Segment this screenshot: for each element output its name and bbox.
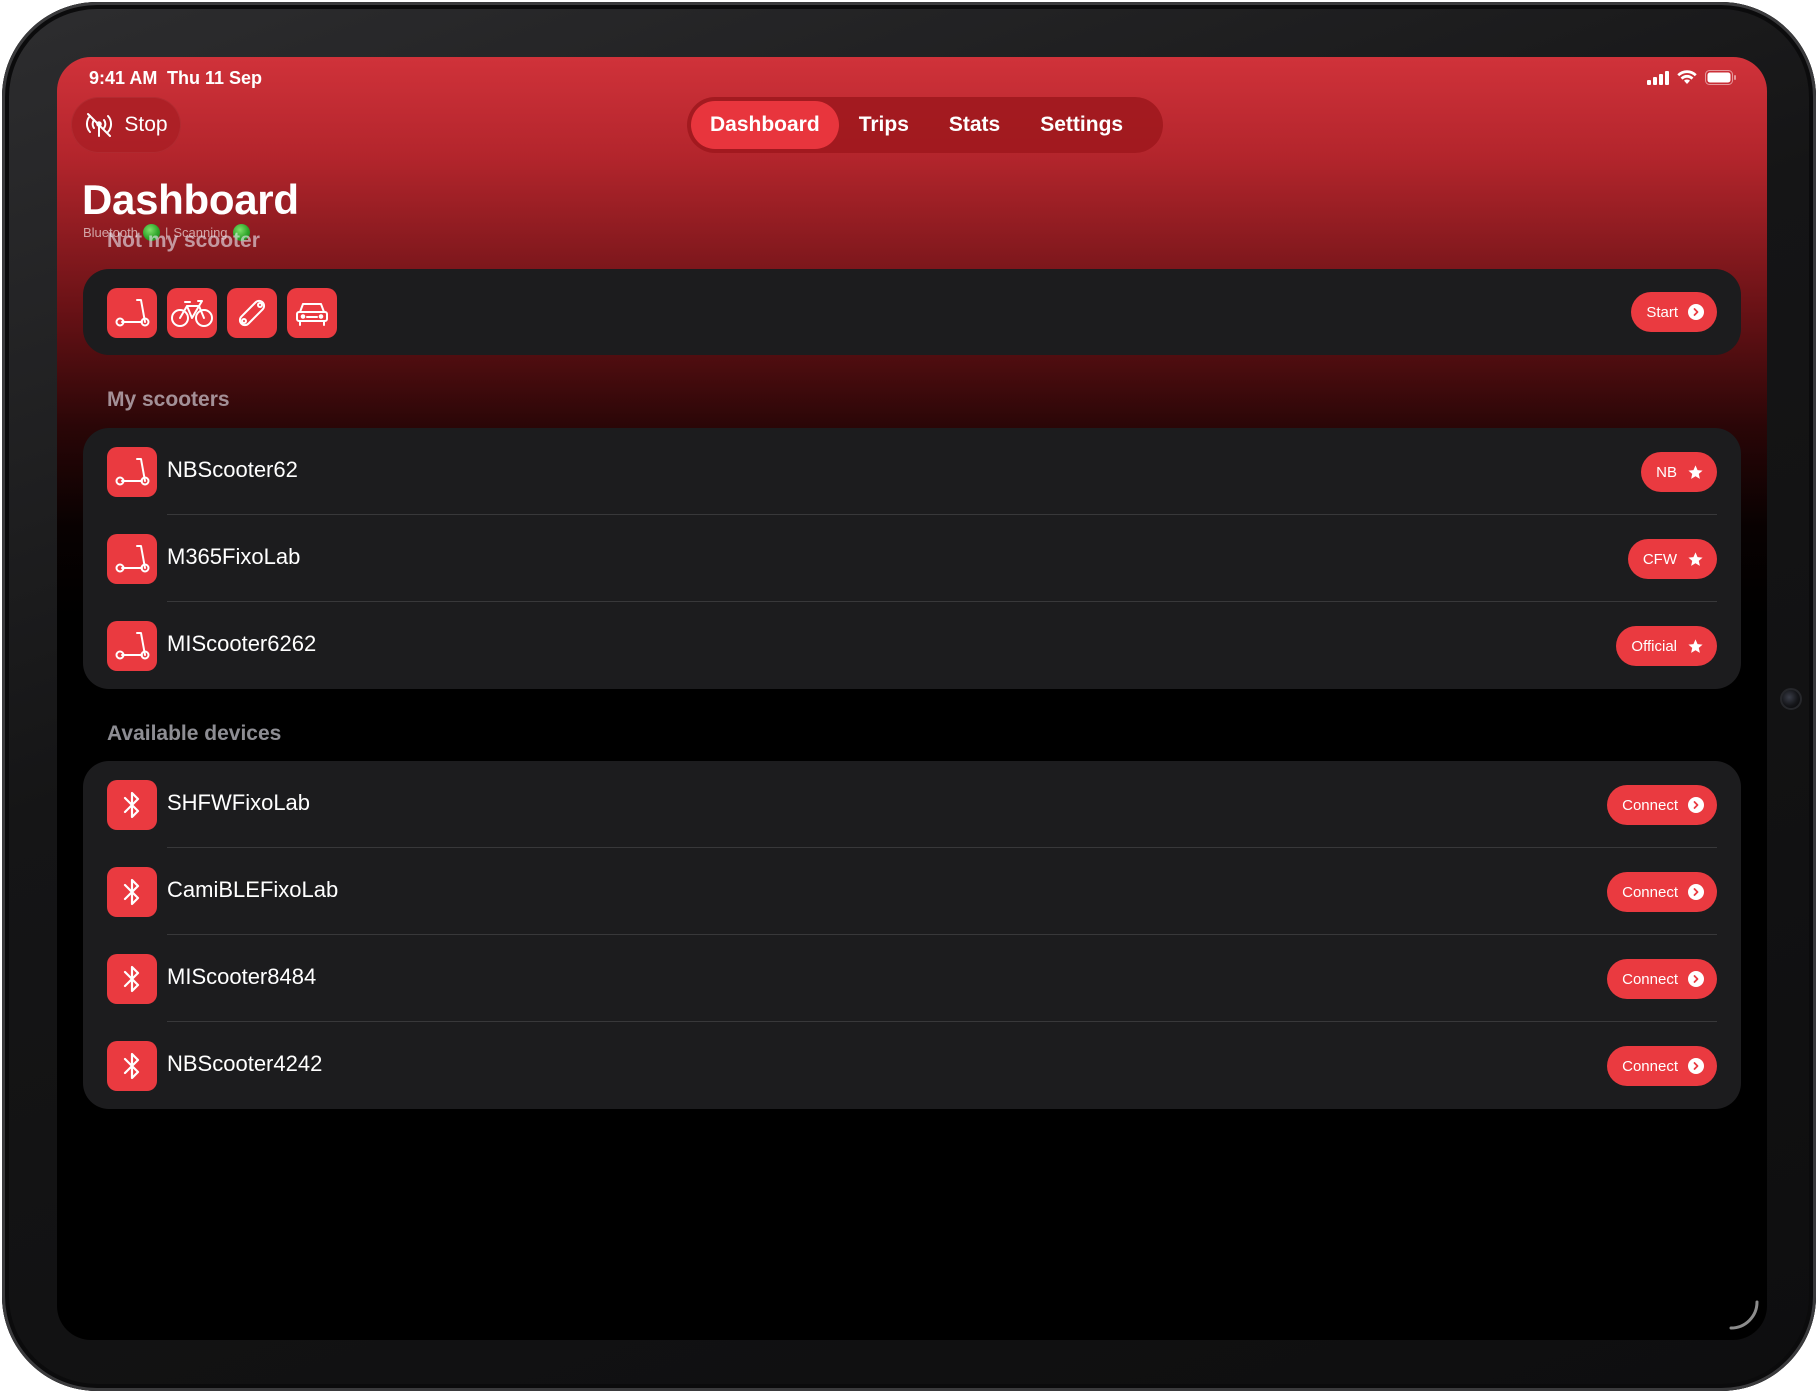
- bluetooth-icon: [123, 1052, 140, 1080]
- ipad-frame: 9:41 AM Thu 11 Sep Stop Dashboard Trips …: [2, 2, 1816, 1391]
- connect-button[interactable]: Connect: [1607, 872, 1717, 912]
- chevron-right-icon: [1688, 797, 1704, 813]
- connect-button[interactable]: Connect: [1607, 1046, 1717, 1086]
- section-header-my-scooters: My scooters: [107, 388, 230, 411]
- connect-label: Connect: [1622, 883, 1678, 901]
- scooter-row[interactable]: NBScooter62 NB: [83, 428, 1741, 515]
- vehicle-type-selector: [107, 288, 337, 338]
- device-name: SHFWFixoLab: [167, 790, 311, 815]
- chevron-right-icon: [1688, 304, 1704, 320]
- cellular-signal-icon: [1647, 70, 1669, 85]
- bluetooth-icon: [123, 965, 140, 993]
- available-devices-card: SHFWFixoLab Connect CamiBLEFixoLab Conne…: [83, 761, 1741, 1109]
- tab-settings[interactable]: Settings: [1020, 101, 1143, 149]
- skateboard-icon: [238, 299, 266, 327]
- front-camera: [1780, 688, 1802, 710]
- scooter-icon: [115, 458, 150, 486]
- scooter-icon: [115, 545, 150, 573]
- app-screen: 9:41 AM Thu 11 Sep Stop Dashboard Trips …: [57, 57, 1767, 1340]
- status-bar: 9:41 AM Thu 11 Sep: [57, 57, 1767, 101]
- star-icon: [1688, 551, 1703, 566]
- chevron-right-icon: [1688, 1058, 1704, 1074]
- device-name: NBScooter4242: [167, 1051, 323, 1076]
- chevron-right-icon: [1688, 971, 1704, 987]
- bluetooth-icon: [123, 878, 140, 906]
- not-my-scooter-card: Start: [83, 269, 1741, 355]
- section-header-not-my-scooter: Not my scooter: [107, 229, 260, 252]
- start-button[interactable]: Start: [1631, 292, 1717, 332]
- bluetooth-tile: [107, 780, 157, 830]
- wifi-icon: [1677, 70, 1697, 84]
- stop-scan-button[interactable]: Stop: [71, 97, 181, 153]
- start-label: Start: [1646, 303, 1678, 321]
- bluetooth-tile: [107, 954, 157, 1004]
- device-row[interactable]: NBScooter4242 Connect: [83, 1022, 1741, 1109]
- scooter-icon: [115, 299, 150, 327]
- connect-label: Connect: [1622, 1057, 1678, 1075]
- resize-corner-icon: [1729, 1300, 1759, 1330]
- firmware-badge-button[interactable]: Official: [1616, 626, 1717, 666]
- star-icon: [1688, 638, 1703, 653]
- scooter-tile: [107, 447, 157, 497]
- star-icon: [1688, 464, 1703, 479]
- firmware-badge-button[interactable]: CFW: [1627, 539, 1717, 579]
- vehicle-type-car[interactable]: [287, 288, 337, 338]
- bluetooth-tile: [107, 867, 157, 917]
- tab-dashboard[interactable]: Dashboard: [691, 101, 839, 149]
- car-icon: [296, 303, 328, 326]
- tab-bar: Dashboard Trips Stats Settings: [687, 97, 1164, 153]
- connect-label: Connect: [1622, 970, 1678, 988]
- device-name: MIScooter8484: [167, 964, 317, 989]
- stop-label: Stop: [124, 113, 168, 136]
- firmware-badge-label: CFW: [1642, 550, 1677, 568]
- vehicle-type-bicycle[interactable]: [167, 288, 217, 338]
- scooter-name: NBScooter62: [167, 457, 298, 482]
- vehicle-type-scooter[interactable]: [107, 288, 157, 338]
- bicycle-icon: [171, 300, 213, 327]
- device-row[interactable]: SHFWFixoLab Connect: [83, 761, 1741, 848]
- device-name: CamiBLEFixoLab: [167, 877, 339, 902]
- tab-trips[interactable]: Trips: [839, 101, 929, 149]
- firmware-badge-button[interactable]: NB: [1641, 452, 1717, 492]
- vehicle-type-skateboard[interactable]: [227, 288, 277, 338]
- firmware-badge-label: NB: [1656, 463, 1677, 481]
- status-icons: [1647, 70, 1737, 85]
- connect-label: Connect: [1622, 796, 1678, 814]
- scooter-icon: [115, 632, 150, 660]
- scooter-tile: [107, 534, 157, 584]
- scooter-name: MIScooter6262: [167, 631, 317, 656]
- status-time: 9:41 AM: [89, 68, 158, 88]
- firmware-badge-label: Official: [1631, 637, 1677, 655]
- scooter-row[interactable]: M365FixoLab CFW: [83, 515, 1741, 602]
- device-row[interactable]: MIScooter8484 Connect: [83, 935, 1741, 1022]
- status-date: Thu 11 Sep: [167, 68, 263, 88]
- page-title: Dashboard: [82, 176, 299, 223]
- scooter-name: M365FixoLab: [167, 544, 301, 569]
- section-header-available-devices: Available devices: [107, 722, 282, 745]
- bluetooth-tile: [107, 1041, 157, 1091]
- tab-stats[interactable]: Stats: [929, 101, 1020, 149]
- device-row[interactable]: CamiBLEFixoLab Connect: [83, 848, 1741, 935]
- scooter-tile: [107, 621, 157, 671]
- battery-icon: [1705, 70, 1736, 85]
- antenna-off-icon: [86, 113, 113, 137]
- chevron-right-icon: [1688, 884, 1704, 900]
- my-scooters-card: NBScooter62 NB M365FixoLab CFW MIScooter…: [83, 428, 1741, 689]
- connect-button[interactable]: Connect: [1607, 785, 1717, 825]
- scooter-row[interactable]: MIScooter6262 Official: [83, 602, 1741, 689]
- bluetooth-icon: [123, 791, 140, 819]
- connect-button[interactable]: Connect: [1607, 959, 1717, 999]
